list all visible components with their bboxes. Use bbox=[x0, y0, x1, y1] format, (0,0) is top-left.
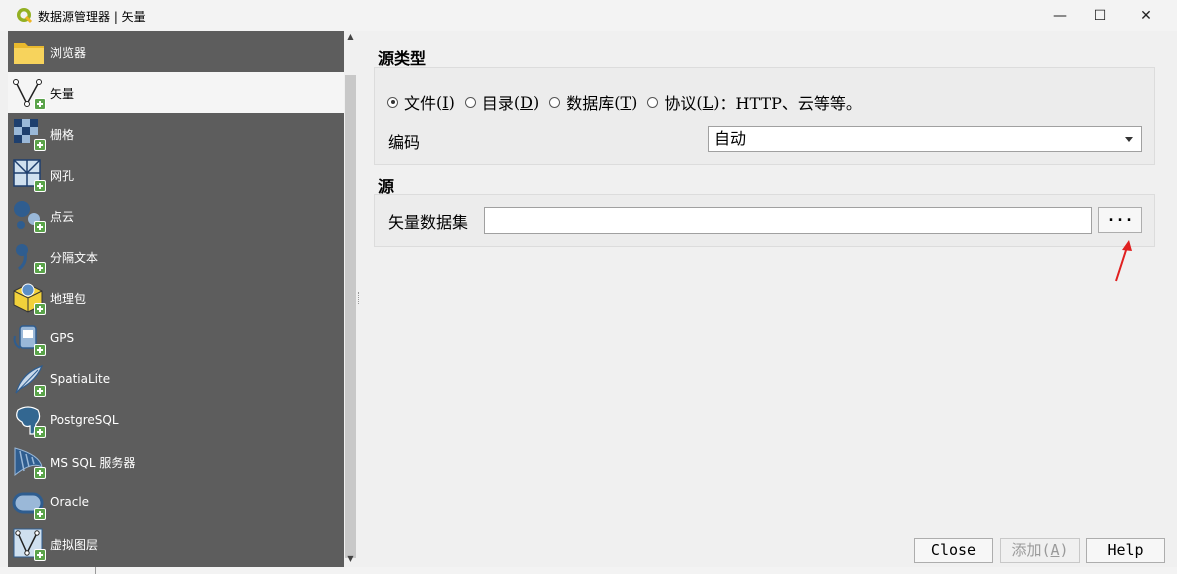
background-strip bbox=[0, 567, 1177, 574]
scrollbar-thumb[interactable] bbox=[345, 75, 356, 558]
title-bar: 数据源管理器 | 矢量 — ☐ ✕ bbox=[0, 0, 1177, 31]
sidebar-item-delimited-text[interactable]: 分隔文本 bbox=[8, 236, 344, 277]
add-button[interactable]: 添加(A) bbox=[1000, 538, 1080, 563]
sidebar-item-oracle[interactable]: Oracle bbox=[8, 482, 344, 523]
source-group: 矢量数据集 ··· bbox=[374, 194, 1155, 247]
close-button[interactable]: Close bbox=[914, 538, 993, 563]
sidebar-item-mesh[interactable]: 网孔 bbox=[8, 154, 344, 195]
postgresql-icon bbox=[12, 404, 46, 438]
vector-source-panel: 源类型 文件(I) 目录(D) 数据库(T) 协议(L) ：HTTP、云等等。 编… bbox=[362, 31, 1170, 567]
gps-icon bbox=[12, 322, 46, 356]
geopackage-icon bbox=[12, 281, 46, 315]
mesh-icon bbox=[12, 158, 46, 192]
radio-database[interactable]: 数据库(T) bbox=[549, 90, 637, 114]
encoding-label: 编码 bbox=[388, 133, 421, 152]
encoding-select[interactable]: 自动 bbox=[708, 126, 1142, 152]
radio-protocol[interactable]: 协议(L) ：HTTP、云等等。 bbox=[647, 90, 862, 114]
help-button[interactable]: Help bbox=[1086, 538, 1165, 563]
window-title: 数据源管理器 | 矢量 bbox=[38, 10, 146, 24]
folder-icon bbox=[14, 43, 44, 64]
scroll-down-icon[interactable]: ▼ bbox=[344, 553, 357, 565]
source-type-sidebar: 浏览器 矢量 栅格 网孔 点云 分隔文本 地理包 GPS SpatiaLite … bbox=[8, 31, 344, 567]
sidebar-scrollbar[interactable]: ▲ ▼ bbox=[344, 31, 357, 567]
vector-icon bbox=[12, 76, 46, 110]
sidebar-item-postgresql[interactable]: PostgreSQL bbox=[8, 400, 344, 441]
chevron-down-icon bbox=[1125, 137, 1133, 142]
sidebar-item-raster[interactable]: 栅格 bbox=[8, 113, 344, 154]
radio-directory[interactable]: 目录(D) bbox=[464, 90, 539, 114]
scroll-up-icon[interactable]: ▲ bbox=[344, 31, 357, 43]
sidebar-item-spatialite[interactable]: SpatiaLite bbox=[8, 359, 344, 400]
sidebar-item-point-cloud[interactable]: 点云 bbox=[8, 195, 344, 236]
radio-file-indicator[interactable] bbox=[387, 96, 398, 108]
spatialite-icon bbox=[12, 363, 46, 397]
source-type-heading: 源类型 bbox=[378, 49, 427, 68]
radio-database-indicator[interactable] bbox=[549, 96, 561, 108]
virtual-layer-icon bbox=[12, 527, 46, 561]
encoding-value: 自动 bbox=[714, 129, 747, 148]
sidebar-item-gps[interactable]: GPS bbox=[8, 318, 344, 359]
radio-file[interactable]: 文件(I) bbox=[387, 90, 455, 114]
sidebar-item-vector[interactable]: 矢量 bbox=[8, 72, 344, 113]
annotation-arrow-icon bbox=[1115, 240, 1132, 282]
sidebar-item-mssql[interactable]: MS SQL 服务器 bbox=[8, 441, 344, 482]
sidebar-item-virtual-layer[interactable]: 虚拟图层 bbox=[8, 523, 344, 564]
maximize-button[interactable]: ☐ bbox=[1077, 0, 1123, 31]
vector-dataset-label: 矢量数据集 bbox=[388, 213, 469, 232]
raster-icon bbox=[12, 117, 46, 151]
mssql-icon bbox=[12, 445, 46, 479]
qgis-logo-icon bbox=[17, 8, 33, 24]
sidebar-item-browser[interactable]: 浏览器 bbox=[8, 31, 344, 72]
sidebar-item-geopackage[interactable]: 地理包 bbox=[8, 277, 344, 318]
source-type-options: 文件(I) 目录(D) 数据库(T) 协议(L) ：HTTP、云等等。 bbox=[387, 90, 872, 114]
close-window-button[interactable]: ✕ bbox=[1123, 0, 1169, 31]
delimited-text-icon bbox=[12, 240, 46, 274]
point-cloud-icon bbox=[12, 199, 46, 233]
add-badge-icon bbox=[34, 98, 46, 110]
vector-dataset-input[interactable] bbox=[484, 207, 1092, 234]
oracle-icon bbox=[12, 486, 46, 520]
browse-button[interactable]: ··· bbox=[1098, 207, 1142, 233]
radio-directory-indicator[interactable] bbox=[464, 96, 476, 108]
source-type-group: 文件(I) 目录(D) 数据库(T) 协议(L) ：HTTP、云等等。 编码 自动 bbox=[374, 67, 1155, 165]
radio-protocol-indicator[interactable] bbox=[647, 96, 659, 108]
